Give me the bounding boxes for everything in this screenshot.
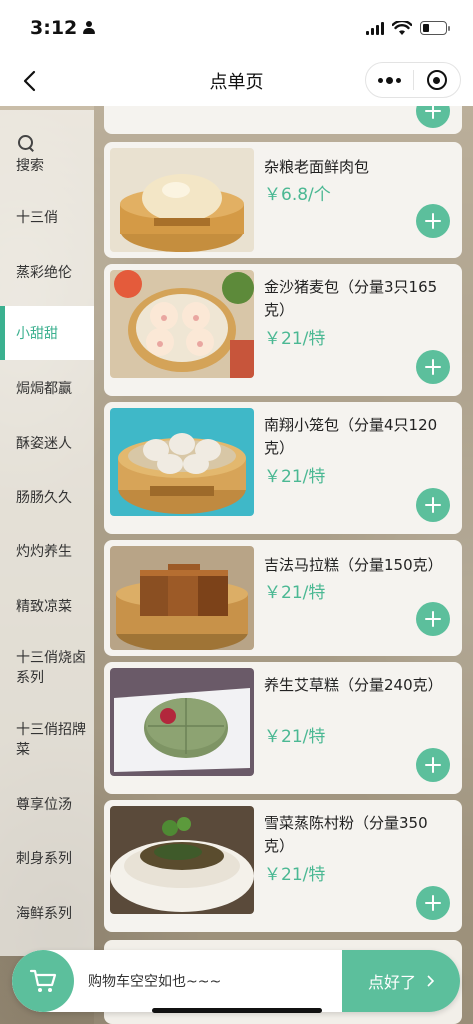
food-image-malay-cake [110, 546, 254, 650]
sidebar-item-zhaopai[interactable]: 十三俏招牌 菜 [0, 702, 94, 778]
signal-icon [366, 21, 384, 35]
cart-button[interactable] [12, 950, 74, 1012]
food-image-piggy-buns [110, 270, 254, 378]
person-icon [83, 21, 96, 35]
home-indicator [152, 1008, 322, 1013]
sidebar-item-label: 焗焗都赢 [16, 381, 72, 397]
sidebar-item-label: 尊享位汤 [16, 797, 72, 813]
sidebar-item-label: 十三俏烧卤 系列 [16, 650, 86, 686]
sidebar-item-label: 蒸彩绝伦 [16, 265, 72, 281]
more-dots-icon [377, 76, 401, 84]
sidebar-item-zhuozhuo[interactable]: 灼灼养生 [0, 524, 94, 578]
page-title: 点单页 [209, 72, 264, 93]
sidebar-item-label: 酥姿迷人 [16, 436, 72, 452]
sidebar-item-juju[interactable]: 焗焗都赢 [0, 360, 94, 416]
dish-price: ￥21/特 [264, 583, 326, 603]
dish-price: ￥21/特 [264, 865, 326, 885]
cart-empty-text: 购物车空空如也~~~ [88, 974, 222, 990]
add-to-cart-button[interactable] [416, 748, 450, 782]
status-icons [366, 20, 450, 36]
category-sidebar: 搜索 十三俏 蒸彩绝伦 小甜甜 焗焗都赢 酥姿迷人 肠肠久久 灼灼养生 精致凉菜… [0, 110, 94, 956]
sidebar-item-liangcai[interactable]: 精致凉菜 [0, 578, 94, 634]
cart-summary[interactable]: 购物车空空如也~~~ [12, 950, 342, 1012]
back-arrow-icon[interactable] [18, 68, 44, 94]
close-program-button[interactable] [413, 63, 460, 97]
dish-name: 金沙猪麦包（分量3只165克） [264, 278, 438, 319]
add-to-cart-button[interactable] [416, 106, 450, 128]
food-image-xiaolongbao [110, 408, 254, 516]
add-to-cart-button[interactable] [416, 886, 450, 920]
menu-card-partial [104, 106, 462, 134]
food-image-mugwort-cake [110, 668, 254, 776]
sidebar-item-shaolu[interactable]: 十三俏烧卤 系列 [0, 634, 94, 702]
dish-name: 南翔小笼包（分量4只120克） [264, 416, 438, 457]
status-time-group: 3:12 [30, 17, 96, 39]
target-icon [426, 70, 447, 90]
sidebar-item-haixian[interactable]: 海鲜系列 [0, 886, 94, 940]
sidebar-item-label: 十三俏 [16, 210, 58, 226]
add-to-cart-button[interactable] [416, 350, 450, 384]
add-to-cart-button[interactable] [416, 488, 450, 522]
sidebar-item-label: 十三俏招牌 菜 [16, 722, 86, 758]
menu-card[interactable]: 雪菜蒸陈村粉（分量350克） ￥21/特 [104, 800, 462, 932]
sidebar-search[interactable]: 搜索 [0, 110, 94, 196]
sidebar-item-zhengcai[interactable]: 蒸彩绝伦 [0, 238, 94, 306]
sidebar-search-label: 搜索 [16, 158, 44, 174]
food-image-steamed-bun [110, 148, 254, 252]
nav-bar: 点单页 [0, 56, 473, 106]
menu-card[interactable]: 吉法马拉糕（分量150克） ￥21/特 [104, 540, 462, 656]
sidebar-item-suzi[interactable]: 酥姿迷人 [0, 416, 94, 470]
add-to-cart-button[interactable] [416, 602, 450, 636]
sidebar-item-weitang[interactable]: 尊享位汤 [0, 778, 94, 830]
dish-name: 养生艾草糕（分量240克） [264, 676, 443, 694]
status-bar: 3:12 [0, 0, 473, 56]
sidebar-item-label: 肠肠久久 [16, 490, 72, 506]
cart-bar: 购物车空空如也~~~ 点好了 [12, 950, 460, 1012]
sidebar-item-xiaotiantian[interactable]: 小甜甜 [0, 306, 94, 360]
more-button[interactable] [366, 63, 413, 97]
sidebar-item-label: 小甜甜 [16, 326, 58, 342]
sidebar-item-changchang[interactable]: 肠肠久久 [0, 470, 94, 524]
sidebar-item-shisanqiao[interactable]: 十三俏 [0, 196, 94, 238]
dish-name: 杂粮老面鲜肉包 [264, 158, 370, 176]
shopping-cart-icon [29, 969, 57, 992]
sidebar-item-label: 灼灼养生 [16, 544, 72, 560]
mini-program-capsule [365, 62, 461, 98]
dish-price: ￥21/特 [264, 329, 326, 349]
status-time: 3:12 [30, 17, 78, 39]
sidebar-item-cishen[interactable]: 刺身系列 [0, 830, 94, 886]
chevron-right-icon [427, 975, 434, 987]
battery-icon [420, 21, 450, 35]
checkout-button[interactable]: 点好了 [342, 950, 460, 1012]
wifi-icon [392, 20, 412, 35]
checkout-label: 点好了 [367, 973, 416, 992]
food-image-rice-noodle-rolls [110, 806, 254, 914]
search-icon [18, 135, 34, 151]
dish-price: ￥21/特 [264, 727, 326, 747]
menu-card[interactable]: 杂粮老面鲜肉包 ￥6.8/个 [104, 142, 462, 258]
sidebar-item-label: 海鲜系列 [16, 906, 72, 922]
menu-card[interactable]: 金沙猪麦包（分量3只165克） ￥21/特 [104, 264, 462, 396]
dish-price: ￥21/特 [264, 467, 326, 487]
menu-card[interactable]: 南翔小笼包（分量4只120克） ￥21/特 [104, 402, 462, 534]
dish-price: ￥6.8/个 [264, 185, 331, 205]
menu-card[interactable]: 养生艾草糕（分量240克） ￥21/特 [104, 662, 462, 794]
dish-name: 雪菜蒸陈村粉（分量350克） [264, 814, 428, 855]
sidebar-item-label: 刺身系列 [16, 851, 72, 867]
sidebar-item-label: 精致凉菜 [16, 599, 72, 615]
add-to-cart-button[interactable] [416, 204, 450, 238]
dish-name: 吉法马拉糕（分量150克） [264, 556, 443, 574]
